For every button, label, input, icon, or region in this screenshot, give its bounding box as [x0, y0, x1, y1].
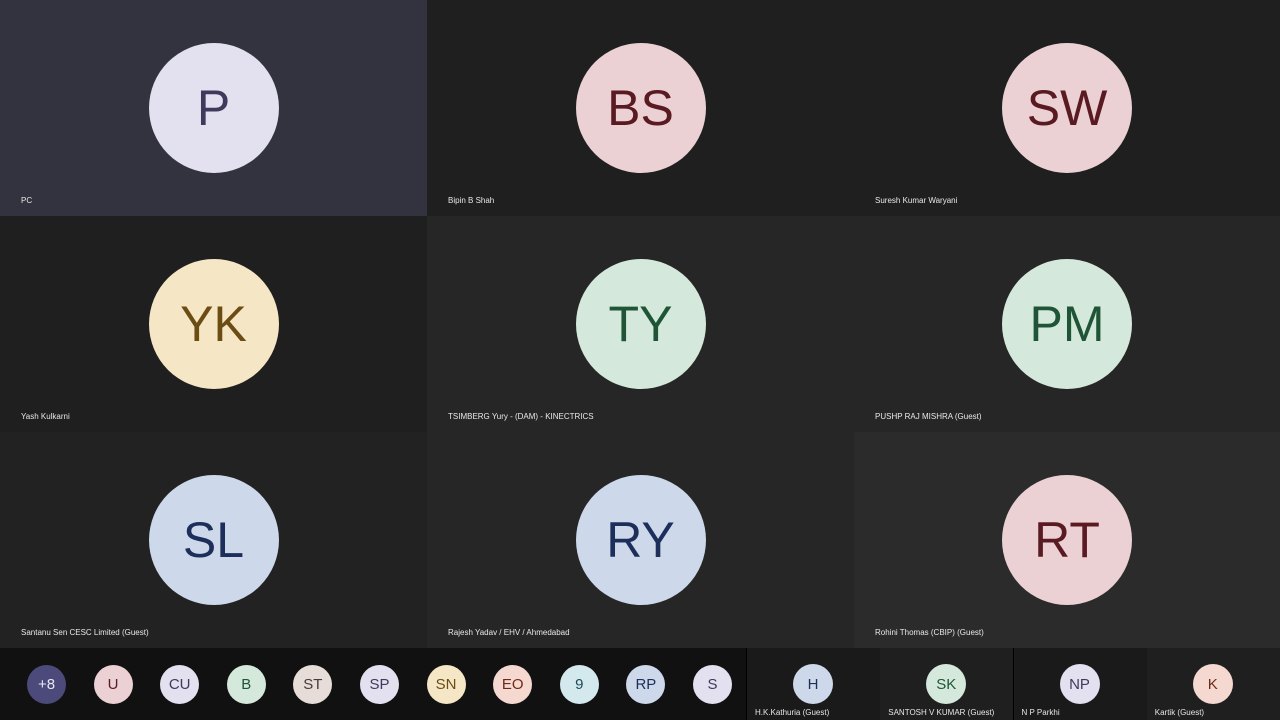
overflow-avatar[interactable]: SP — [360, 665, 399, 704]
participant-avatar: YK — [148, 259, 279, 389]
bottom-participant-bar: +8 U CU B ST SP SN EO 9 RP S H H.K.Kathuria (Guest)… — [0, 648, 1280, 720]
participant-tile[interactable]: BS Bipin B Shah — [427, 0, 854, 216]
strip-participant-tile[interactable]: K Kartik (Guest) — [1146, 648, 1280, 720]
participant-name: Yash Kulkarni — [21, 412, 70, 421]
overflow-avatar[interactable]: EO — [493, 665, 533, 704]
participant-avatar: PM — [1002, 259, 1132, 389]
participant-avatar: RY — [575, 475, 706, 605]
participant-tile[interactable]: P PC — [0, 0, 427, 216]
video-grid: P PC BS Bipin B Shah SW Suresh Kumar Waryani Y… — [0, 0, 1280, 648]
participant-strip: H H.K.Kathuria (Guest) SK SANTOSH V KUMAR (… — [747, 648, 1280, 720]
overflow-avatar[interactable]: CU — [160, 665, 200, 704]
participant-name: PUSHP RAJ MISHRA (Guest) — [875, 412, 982, 421]
strip-participant-tile[interactable]: SK SANTOSH V KUMAR (Guest) — [880, 648, 1014, 720]
overflow-avatar[interactable]: U — [93, 665, 133, 704]
overflow-avatar[interactable]: 9 — [559, 665, 599, 704]
participant-avatar: TY — [575, 259, 706, 389]
participant-name: TSIMBERG Yury - (DAM) - KINECTRICS — [448, 412, 594, 421]
overflow-avatar[interactable]: SN — [426, 665, 466, 704]
participant-avatar: SW — [1002, 43, 1132, 173]
overflow-avatar[interactable]: ST — [293, 665, 333, 704]
participant-tile[interactable]: PM PUSHP RAJ MISHRA (Guest) — [854, 216, 1280, 432]
participant-name: H.K.Kathuria (Guest) — [755, 708, 830, 717]
participant-tile[interactable]: RT Rohini Thomas (CBIP) (Guest) — [854, 432, 1280, 648]
participant-avatar: NP — [1059, 664, 1100, 704]
participant-name: Bipin B Shah — [448, 196, 495, 205]
overflow-avatar[interactable]: B — [226, 665, 266, 704]
participant-name: N P Parkhi — [1021, 708, 1060, 717]
overflow-avatar[interactable]: S — [693, 665, 732, 704]
participant-name: Suresh Kumar Waryani — [875, 196, 958, 205]
participant-avatar: H — [793, 664, 833, 704]
participant-avatar: BS — [575, 43, 706, 173]
strip-participant-tile[interactable]: NP N P Parkhi — [1013, 648, 1147, 720]
participant-name: Santanu Sen CESC Limited (Guest) — [21, 628, 149, 637]
participant-avatar: K — [1192, 664, 1233, 704]
participant-tile[interactable]: SL Santanu Sen CESC Limited (Guest) — [0, 432, 427, 648]
overflow-participants[interactable]: +8 U CU B ST SP SN EO 9 RP S — [0, 648, 746, 720]
participant-tile[interactable]: RY Rajesh Yadav / EHV / Ahmedabad — [427, 432, 854, 648]
overflow-avatar[interactable]: RP — [626, 665, 666, 704]
strip-participant-tile[interactable]: H H.K.Kathuria (Guest) — [747, 648, 880, 720]
participant-avatar: RT — [1002, 475, 1132, 605]
participant-avatar: SK — [926, 664, 967, 704]
participant-name: SANTOSH V KUMAR (Guest) — [888, 708, 995, 717]
participant-name: PC — [21, 196, 33, 205]
participant-name: Kartik (Guest) — [1154, 708, 1205, 717]
participant-avatar: SL — [148, 475, 279, 605]
participant-name: Rohini Thomas (CBIP) (Guest) — [875, 628, 984, 637]
participant-tile[interactable]: TY TSIMBERG Yury - (DAM) - KINECTRICS — [427, 216, 854, 432]
participant-name: Rajesh Yadav / EHV / Ahmedabad — [448, 628, 570, 637]
participant-avatar: P — [148, 43, 279, 173]
participant-tile[interactable]: SW Suresh Kumar Waryani — [854, 0, 1280, 216]
participant-tile[interactable]: YK Yash Kulkarni — [0, 216, 427, 432]
more-participants-badge[interactable]: +8 — [27, 665, 66, 704]
